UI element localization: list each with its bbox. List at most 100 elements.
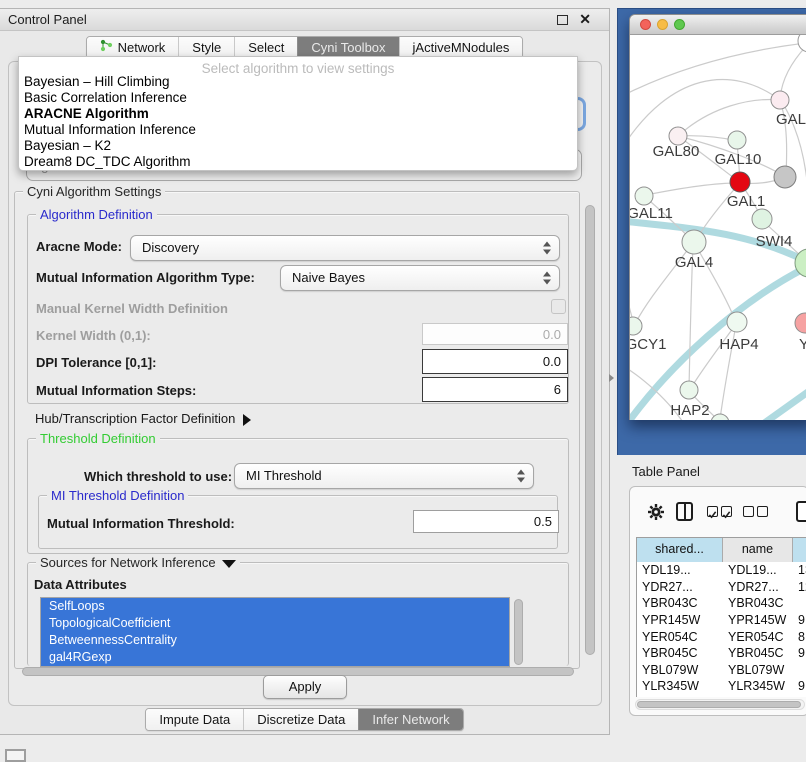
screen: Control Panel ✕ NetworkStyleSelectCyni T… [0,0,806,762]
which-threshold-combobox[interactable]: MI Threshold [234,463,534,489]
table-row[interactable]: YIL052CYIL052C9 [637,695,806,697]
network-node-hap4[interactable] [727,312,747,332]
dropdown-item[interactable]: ARACNE Algorithm [19,106,577,122]
float-icon[interactable] [557,15,568,25]
minimize-traffic-light-icon[interactable] [657,19,668,30]
stepper-arrows-icon [517,470,525,483]
algorithm-dropdown-items: Bayesian – Hill ClimbingBasic Correlatio… [19,74,577,170]
table-row[interactable]: YPR145WYPR145W9. [637,612,806,629]
tab-infer-network[interactable]: Infer Network [358,709,462,730]
table-cell: 9. [793,679,806,693]
table-horizontal-scrollbar [635,699,805,710]
table-hscroll-thumb[interactable] [637,701,801,708]
attributes-scrollbar-thumb[interactable] [514,599,523,665]
tab-network[interactable]: Network [87,37,179,58]
network-node-gal10[interactable] [728,131,746,149]
table-row[interactable]: YER054CYER054C8. [637,628,806,645]
dpi-tolerance-value: 0.0 [543,354,561,369]
table-cell: YER054C [723,630,793,644]
network-window-titlebar [630,15,806,35]
network-node-hap2[interactable] [680,381,698,399]
dropdown-item[interactable]: Dream8 DC_TDC Algorithm [19,154,577,170]
aracne-mode-combobox[interactable]: Discovery [130,235,560,261]
network-node-gal1[interactable] [730,172,750,192]
kernel-width-field[interactable]: 0.0 [422,323,568,345]
network-node[interactable] [774,166,796,188]
stepper-arrows-icon [543,242,551,255]
table-row[interactable]: YDR27...YDR27...12 [637,579,806,596]
table-row[interactable]: YBR045CYBR045C9. [637,645,806,662]
zoom-traffic-light-icon[interactable] [674,19,685,30]
dpi-tolerance-label: DPI Tolerance [0,1]: [36,355,156,370]
unchecked-checkbox-icon[interactable] [757,506,768,517]
mi-steps-field[interactable]: 6 [422,377,568,402]
algorithm-definition-title: Algorithm Definition [36,207,157,222]
cyni-algorithm-settings-group: Cyni Algorithm Settings Algorithm Defini… [14,191,580,669]
column-header[interactable]: shared... [637,538,723,562]
table-cell: 9. [793,613,806,627]
unchecked-checkbox-icon[interactable] [743,506,754,517]
settings-vertical-scrollbar[interactable] [585,205,595,655]
table-row[interactable]: YDL19...YDL19...13 [637,562,806,579]
bottom-tabs: Impute Data Discretize Data Infer Network [145,708,463,731]
table-row[interactable]: YBR043CYBR043C [637,595,806,612]
network-node-gal11[interactable] [635,187,653,205]
table-cell: YBR045C [723,646,793,660]
tab-label: Impute Data [159,709,230,730]
network-node-gcy1[interactable] [630,317,642,335]
mi-algorithm-type-combobox[interactable]: Naive Bayes [280,265,560,291]
splitter-handle[interactable] [609,374,614,382]
network-node[interactable] [798,35,806,52]
minimized-panel-icon[interactable] [5,749,26,762]
dropdown-item[interactable]: Basic Correlation Inference [19,90,577,106]
checked-checkbox-icon[interactable] [721,506,732,517]
checked-checkbox-icon[interactable] [707,506,718,517]
attribute-item[interactable]: SelfLoops [41,598,509,615]
tab-discretize-data[interactable]: Discretize Data [243,709,358,730]
dropdown-item[interactable]: Bayesian – K2 [19,138,577,154]
threshold-definition-group: Threshold Definition Which threshold to … [27,438,569,554]
column-header[interactable]: name [723,538,793,562]
sources-group-title[interactable]: Sources for Network Inference [36,555,240,570]
tab-style[interactable]: Style [178,37,234,58]
mi-algorithm-type-value: Naive Bayes [292,270,365,285]
network-view-window[interactable]: GALGAL80GAL10GAL1GAL11SWI4GAL4GCY1HAP4YH… [629,14,806,420]
node-label-gal: GAL [776,111,806,128]
network-node-gal4[interactable] [682,230,706,254]
node-label-gal4: GAL4 [670,254,718,271]
dropdown-item[interactable]: Mutual Information Inference [19,122,577,138]
column-header[interactable]: A [793,538,806,562]
apply-button[interactable]: Apply [263,675,347,699]
tab-jactivemnodules[interactable]: jActiveMNodules [399,37,523,58]
columns-icon[interactable] [676,502,693,521]
tab-select[interactable]: Select [234,37,297,58]
manual-kernel-width-checkbox[interactable] [551,299,566,314]
table-row[interactable]: YLR345WYLR345W9. [637,678,806,695]
network-node[interactable] [752,209,772,229]
network-icon [100,37,113,58]
attribute-item[interactable]: TopologicalCoefficient [41,615,509,632]
mi-threshold-field[interactable]: 0.5 [413,510,559,533]
network-node-y[interactable] [795,313,806,333]
file-icon[interactable] [796,501,806,522]
network-canvas[interactable]: GALGAL80GAL10GAL1GAL11SWI4GAL4GCY1HAP4YH… [630,35,806,420]
table-row[interactable]: YBL079WYBL079W [637,662,806,679]
hub-definition-expander[interactable]: Hub/Transcription Factor Definition [35,411,251,426]
tab-cyni-toolbox[interactable]: Cyni Toolbox [297,37,398,58]
attribute-item[interactable]: gal4RGexp [41,649,509,666]
tab-impute-data[interactable]: Impute Data [146,709,243,730]
tab-label: Discretize Data [257,709,345,730]
aracne-mode-label: Aracne Mode: [36,239,122,254]
table-cell: YER054C [637,630,723,644]
table-cell: YDL19... [637,563,723,577]
attribute-item[interactable]: BetweennessCentrality [41,632,509,649]
apply-button-label: Apply [289,679,322,694]
gear-icon[interactable] [647,503,665,524]
close-traffic-light-icon[interactable] [640,19,651,30]
close-icon[interactable]: ✕ [579,11,591,28]
network-node-gal[interactable] [771,91,789,109]
collapse-down-icon [222,560,236,568]
table-cell: YBL079W [637,663,723,677]
kernel-width-value: 0.0 [543,327,561,342]
dpi-tolerance-field[interactable]: 0.0 [422,349,568,374]
